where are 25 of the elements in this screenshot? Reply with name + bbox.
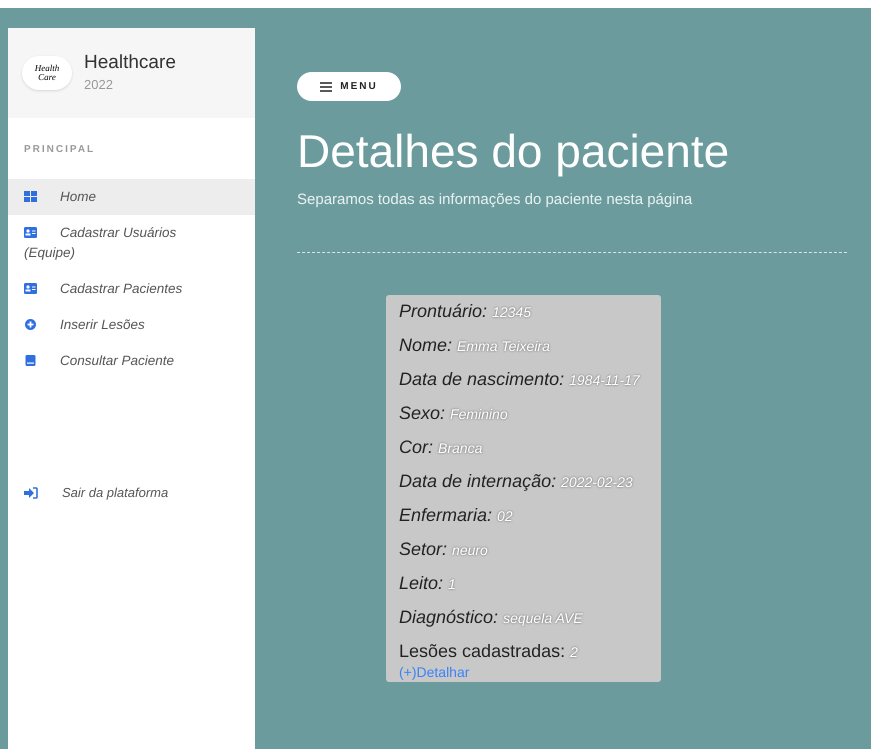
detail-row-text: Diagnóstico: sequela AVE — [399, 606, 584, 629]
logout-link[interactable]: Sair da plataforma — [8, 483, 255, 502]
plus-circle-icon — [24, 319, 37, 330]
brand-title: Healthcare — [84, 51, 176, 76]
sign-in-arrow-icon — [24, 486, 38, 499]
detail-row-text: Setor: neuro — [399, 538, 489, 560]
menu-button[interactable]: MENU — [297, 72, 401, 101]
section-heading: PRINCIPAL — [24, 143, 96, 157]
detail-row-text: Cor: Branca — [399, 436, 484, 458]
detail-row-text: Nome: Emma Teixeira — [399, 334, 551, 356]
detail-row-text: Prontuário: 12345 — [399, 300, 532, 322]
detail-row-text: Lesões cadastradas: 2 — [399, 640, 579, 662]
page-title: Detalhes do paciente — [297, 124, 730, 179]
detail-row-text: Enfermaria: 02 — [399, 504, 514, 526]
book-icon — [24, 355, 37, 366]
id-card-icon — [24, 283, 37, 294]
detail-row-text: Data de internação: 2022-02-23 — [399, 470, 634, 493]
brand-year: 2022 — [84, 76, 114, 94]
grid-icon — [24, 191, 37, 202]
menu-icon — [320, 82, 332, 92]
id-card-icon — [24, 227, 37, 238]
page-subtitle: Separamos todas as informações do paciente nesta página — [297, 190, 694, 210]
nav-item[interactable]: Home — [8, 179, 255, 215]
logo: Health Care — [22, 56, 72, 90]
detail-row-text: Data de nascimento: 1984-11-17 — [399, 368, 641, 390]
